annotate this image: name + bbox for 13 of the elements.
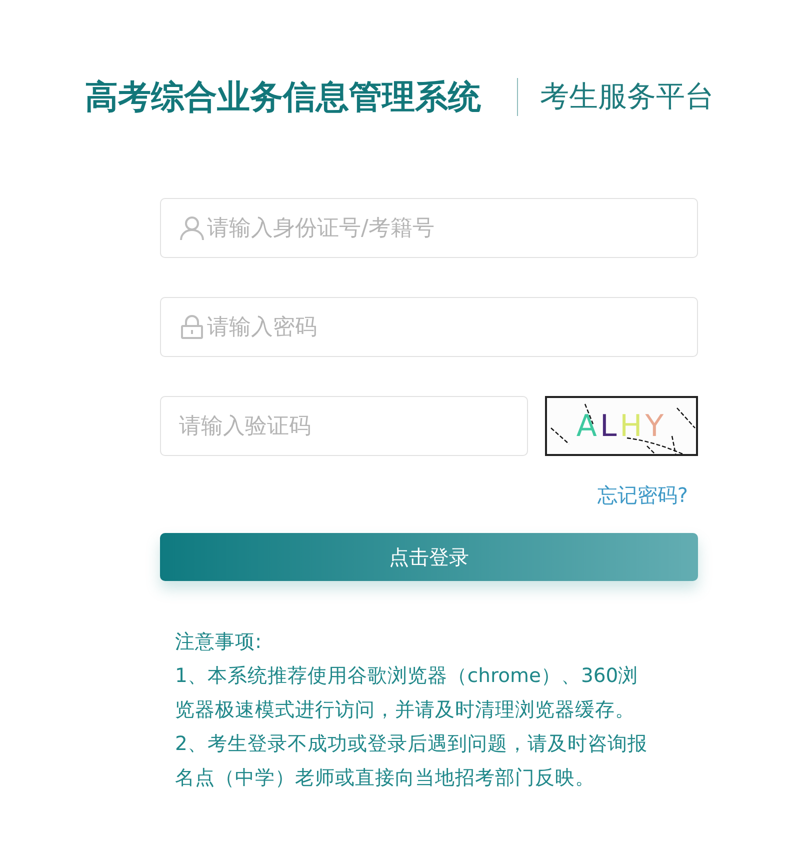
platform-subtitle: 考生服务平台 [540, 78, 714, 115]
forgot-password-link[interactable]: 忘记密码? [597, 482, 688, 509]
captcha-field[interactable]: 请输入验证码 [160, 396, 528, 456]
system-title: 高考综合业务信息管理系统 [85, 76, 481, 118]
password-field[interactable]: 请输入密码 [160, 297, 698, 357]
note-text: 1、本系统推荐使用谷歌浏览器（chrome）、360浏览器极速模式进行访问，并请及时清理浏览器缓存。 [175, 663, 640, 723]
captcha-image[interactable]: ALHY [545, 396, 698, 456]
username-field[interactable]: 请输入身份证号/考籍号 [160, 198, 698, 258]
user-icon [179, 215, 205, 241]
note-text: 2、考生登录不成功或登录后遇到问题，请及时咨询报名点（中学）老师或直接向当地招考部门反映。 [175, 731, 648, 791]
login-button[interactable]: 点击登录 [160, 533, 698, 581]
notes-title: 注意事项: [175, 629, 263, 655]
lock-icon [179, 314, 205, 340]
